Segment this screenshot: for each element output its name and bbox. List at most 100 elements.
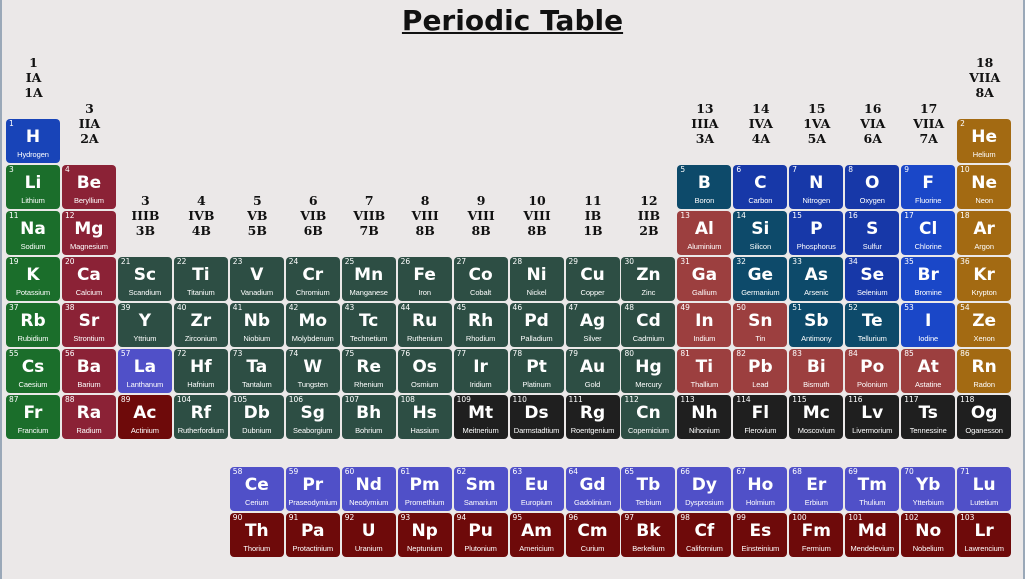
element-po[interactable]: 84 Po Polonium: [845, 349, 900, 393]
element-ne[interactable]: 10 Ne Neon: [957, 165, 1012, 209]
element-se[interactable]: 34 Se Selenium: [845, 257, 900, 301]
element-pd[interactable]: 46 Pd Palladium: [509, 303, 564, 347]
element-er[interactable]: 68 Er Erbium: [789, 467, 844, 511]
element-mc[interactable]: 115 Mc Moscovium: [789, 395, 844, 439]
element-dy[interactable]: 66 Dy Dysprosium: [677, 467, 732, 511]
element-lu[interactable]: 71 Lu Lutetium: [957, 467, 1012, 511]
element-c[interactable]: 6 C Carbon: [733, 165, 788, 209]
element-o[interactable]: 8 O Oxygen: [845, 165, 900, 209]
element-eu[interactable]: 63 Eu Europium: [509, 467, 564, 511]
element-ta[interactable]: 73 Ta Tantalum: [229, 349, 284, 393]
element-th[interactable]: 90 Th Thorium: [229, 513, 284, 557]
element-p[interactable]: 15 P Phosphorus: [789, 211, 844, 255]
element-pu[interactable]: 94 Pu Plutonium: [453, 513, 508, 557]
element-sr[interactable]: 38 Sr Strontium: [61, 303, 116, 347]
element-rf[interactable]: 104 Rf Rutherfordium: [173, 395, 228, 439]
element-zr[interactable]: 40 Zr Zirconium: [173, 303, 228, 347]
element-mt[interactable]: 109 Mt Meitnerium: [453, 395, 508, 439]
element-ra[interactable]: 88 Ra Radium: [61, 395, 116, 439]
element-bi[interactable]: 83 Bi Bismuth: [789, 349, 844, 393]
element-lv[interactable]: 116 Lv Livermorium: [845, 395, 900, 439]
element-no[interactable]: 102 No Nobelium: [901, 513, 956, 557]
element-bh[interactable]: 107 Bh Bohrium: [341, 395, 396, 439]
element-u[interactable]: 92 U Uranium: [341, 513, 396, 557]
element-cm[interactable]: 96 Cm Curium: [565, 513, 620, 557]
element-ce[interactable]: 58 Ce Cerium: [229, 467, 284, 511]
element-te[interactable]: 52 Te Tellurium: [845, 303, 900, 347]
element-mg[interactable]: 12 Mg Magnesium: [61, 211, 116, 255]
element-ir[interactable]: 77 Ir Iridium: [453, 349, 508, 393]
element-np[interactable]: 93 Np Neptunium: [397, 513, 452, 557]
element-nd[interactable]: 60 Nd Neodymium: [341, 467, 396, 511]
element-mo[interactable]: 42 Mo Molybdenum: [285, 303, 340, 347]
element-he[interactable]: 2 He Helium: [957, 119, 1012, 163]
element-au[interactable]: 79 Au Gold: [565, 349, 620, 393]
element-rn[interactable]: 86 Rn Radon: [957, 349, 1012, 393]
element-v[interactable]: 23 V Vanadium: [229, 257, 284, 301]
element-co[interactable]: 27 Co Cobalt: [453, 257, 508, 301]
element-cr[interactable]: 24 Cr Chromium: [285, 257, 340, 301]
element-zn[interactable]: 30 Zn Zinc: [621, 257, 676, 301]
element-ac[interactable]: 89 Ac Actinium: [117, 395, 172, 439]
element-pt[interactable]: 78 Pt Platinum: [509, 349, 564, 393]
element-ca[interactable]: 20 Ca Calcium: [61, 257, 116, 301]
element-re[interactable]: 75 Re Rhenium: [341, 349, 396, 393]
element-as[interactable]: 33 As Arsenic: [789, 257, 844, 301]
element-n[interactable]: 7 N Nitrogen: [789, 165, 844, 209]
element-sb[interactable]: 51 Sb Antimony: [789, 303, 844, 347]
element-ga[interactable]: 31 Ga Gallium: [677, 257, 732, 301]
element-br[interactable]: 35 Br Bromine: [901, 257, 956, 301]
element-ti[interactable]: 22 Ti Titanium: [173, 257, 228, 301]
element-cs[interactable]: 55 Cs Caesium: [6, 349, 60, 393]
element-pa[interactable]: 91 Pa Protactinium: [285, 513, 340, 557]
element-rb[interactable]: 37 Rb Rubidium: [6, 303, 60, 347]
element-f[interactable]: 9 F Fluorine: [901, 165, 956, 209]
element-hs[interactable]: 108 Hs Hassium: [397, 395, 452, 439]
element-la[interactable]: 57 La Lanthanum: [117, 349, 172, 393]
element-lr[interactable]: 103 Lr Lawrencium: [957, 513, 1012, 557]
element-cd[interactable]: 48 Cd Cadmium: [621, 303, 676, 347]
element-b[interactable]: 5 B Boron: [677, 165, 732, 209]
element-mn[interactable]: 25 Mn Manganese: [341, 257, 396, 301]
element-sg[interactable]: 106 Sg Seaborgium: [285, 395, 340, 439]
element-pb[interactable]: 82 Pb Lead: [733, 349, 788, 393]
element-am[interactable]: 95 Am Americium: [509, 513, 564, 557]
element-os[interactable]: 76 Os Osmium: [397, 349, 452, 393]
element-db[interactable]: 105 Db Dubnium: [229, 395, 284, 439]
element-nb[interactable]: 41 Nb Niobium: [229, 303, 284, 347]
element-bk[interactable]: 97 Bk Berkelium: [621, 513, 676, 557]
element-sn[interactable]: 50 Sn Tin: [733, 303, 788, 347]
element-fr[interactable]: 87 Fr Francium: [6, 395, 60, 439]
element-cl[interactable]: 17 Cl Chlorine: [901, 211, 956, 255]
element-md[interactable]: 101 Md Mendelevium: [845, 513, 900, 557]
element-w[interactable]: 74 W Tungsten: [285, 349, 340, 393]
element-h[interactable]: 1 H Hydrogen: [6, 119, 60, 163]
element-be[interactable]: 4 Be Beryllium: [61, 165, 116, 209]
element-ni[interactable]: 28 Ni Nickel: [509, 257, 564, 301]
element-s[interactable]: 16 S Sulfur: [845, 211, 900, 255]
element-fm[interactable]: 100 Fm Fermium: [789, 513, 844, 557]
element-rg[interactable]: 111 Rg Roentgenium: [565, 395, 620, 439]
element-tm[interactable]: 69 Tm Thulium: [845, 467, 900, 511]
element-yb[interactable]: 70 Yb Ytterbium: [901, 467, 956, 511]
element-i[interactable]: 53 I Iodine: [901, 303, 956, 347]
element-sc[interactable]: 21 Sc Scandium: [117, 257, 172, 301]
element-sm[interactable]: 62 Sm Samarium: [453, 467, 508, 511]
element-ze[interactable]: 54 Ze Xenon: [957, 303, 1012, 347]
element-in[interactable]: 49 In Indium: [677, 303, 732, 347]
element-si[interactable]: 14 Si Silicon: [733, 211, 788, 255]
element-ag[interactable]: 47 Ag Silver: [565, 303, 620, 347]
element-pr[interactable]: 59 Pr Praseodymium: [285, 467, 340, 511]
element-hg[interactable]: 80 Hg Mercury: [621, 349, 676, 393]
element-kr[interactable]: 36 Kr Krypton: [957, 257, 1012, 301]
element-ge[interactable]: 32 Ge Germanium: [733, 257, 788, 301]
element-ti[interactable]: 81 Ti Thallium: [677, 349, 732, 393]
element-tc[interactable]: 43 Tc Technetium: [341, 303, 396, 347]
element-y[interactable]: 39 Y Yttrium: [117, 303, 172, 347]
element-ru[interactable]: 44 Ru Ruthenium: [397, 303, 452, 347]
element-ts[interactable]: 117 Ts Tennessine: [901, 395, 956, 439]
element-es[interactable]: 99 Es Einsteinium: [733, 513, 788, 557]
element-cu[interactable]: 29 Cu Copper: [565, 257, 620, 301]
element-nh[interactable]: 113 Nh Nihonium: [677, 395, 732, 439]
element-k[interactable]: 19 K Potassium: [6, 257, 60, 301]
